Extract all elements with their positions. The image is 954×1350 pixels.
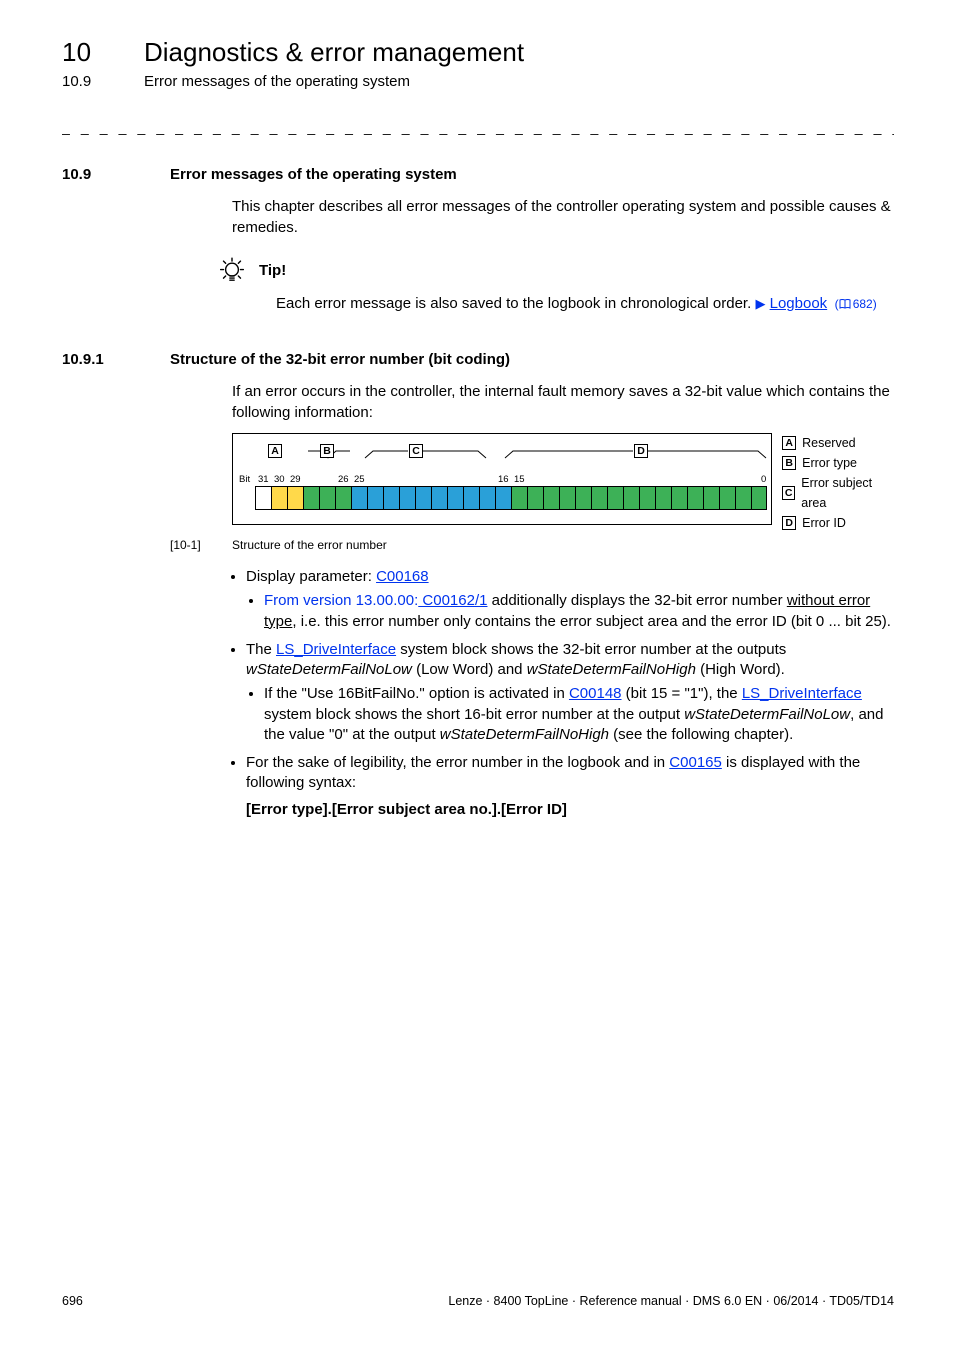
bit-num-16: 16 xyxy=(498,474,509,487)
page-ref-num: 682) xyxy=(853,297,877,311)
page-number: 696 xyxy=(62,1293,83,1310)
param-link[interactable]: C00168 xyxy=(376,568,429,585)
text: Display parameter: xyxy=(246,568,376,585)
section-title: Error messages of the operating system xyxy=(170,165,457,185)
text: (High Word). xyxy=(696,661,785,678)
page-footer: 696 Lenze · 8400 TopLine · Reference man… xyxy=(62,1293,894,1310)
subsection-number: 10.9 xyxy=(62,72,144,92)
text: system block shows the 32-bit error numb… xyxy=(396,641,786,658)
param-name: wStateDetermFailNoHigh xyxy=(527,661,696,678)
chapter-number: 10 xyxy=(62,35,144,70)
text: additionally displays the 32-bit error n… xyxy=(487,592,786,609)
param-link[interactable]: C00165 xyxy=(669,754,722,771)
diagram-label-c: C xyxy=(409,444,423,458)
text: , i.e. this error number only contains t… xyxy=(292,613,891,630)
diagram-label-d: D xyxy=(634,444,648,458)
tip-block: Tip! xyxy=(215,254,894,288)
version-note: From version 13.00.00: xyxy=(264,592,418,609)
text: (Low Word) and xyxy=(412,661,527,678)
figure-caption-number: [10-1] xyxy=(170,537,232,553)
lightbulb-icon xyxy=(215,254,249,288)
bit-num-31: 31 xyxy=(258,474,269,487)
bit-num-26: 26 xyxy=(338,474,349,487)
text: (see the following chapter). xyxy=(609,726,793,743)
list-item: If the "Use 16BitFailNo." option is acti… xyxy=(264,684,894,745)
param-name: wStateDetermFailNoLow xyxy=(684,706,850,723)
param-name: wStateDetermFailNoLow xyxy=(246,661,412,678)
text: If the "Use 16BitFailNo." option is acti… xyxy=(264,685,569,702)
legend-text-a: Reserved xyxy=(802,433,856,453)
footer-meta: Lenze · 8400 TopLine · Reference manual … xyxy=(448,1293,894,1310)
tip-text-before: Each error message is also saved to the … xyxy=(276,295,755,312)
list-item: From version 13.00.00: C00162/1 addition… xyxy=(264,591,894,632)
tip-text: Each error message is also saved to the … xyxy=(276,294,894,314)
text: For the sake of legibility, the error nu… xyxy=(246,754,669,771)
legend-text-b: Error type xyxy=(802,453,857,473)
subsection-title: Error messages of the operating system xyxy=(144,72,410,92)
syntax-line: [Error type].[Error subject area no.].[E… xyxy=(246,801,567,818)
block-link[interactable]: LS_DriveInterface xyxy=(742,685,862,702)
error-number-diagram: A B C D Bit 31 30 29 26 25 16 15 0 xyxy=(232,433,894,533)
param-link[interactable]: C00148 xyxy=(569,685,622,702)
text: system block shows the short 16-bit erro… xyxy=(264,706,684,723)
param-link[interactable]: C00162/1 xyxy=(418,592,487,609)
bit-bar xyxy=(255,486,767,510)
bit-num-29: 29 xyxy=(290,474,301,487)
bits-prefix: Bit xyxy=(239,474,250,487)
section-number: 10.9.1 xyxy=(62,350,170,370)
section-intro: If an error occurs in the controller, th… xyxy=(232,382,894,423)
tip-label: Tip! xyxy=(259,261,286,281)
diagram-label-a: A xyxy=(268,444,282,458)
subsection-header: 10.9 Error messages of the operating sys… xyxy=(62,72,894,92)
list-item: For the sake of legibility, the error nu… xyxy=(246,753,894,820)
chapter-header: 10 Diagnostics & error management xyxy=(62,35,894,70)
separator-rule: _ _ _ _ _ _ _ _ _ _ _ _ _ _ _ _ _ _ _ _ … xyxy=(62,118,894,137)
block-link[interactable]: LS_DriveInterface xyxy=(276,641,396,658)
chapter-title: Diagnostics & error management xyxy=(144,35,524,70)
section-title: Structure of the 32-bit error number (bi… xyxy=(170,350,510,370)
bit-num-25: 25 xyxy=(354,474,365,487)
section-intro: This chapter describes all error message… xyxy=(232,197,894,238)
bullet-list: Display parameter: C00168 From version 1… xyxy=(232,567,894,820)
param-name: wStateDetermFailNoHigh xyxy=(440,726,609,743)
diagram-label-b: B xyxy=(320,444,334,458)
bit-num-15: 15 xyxy=(514,474,525,487)
arrow-icon: ▶ xyxy=(755,296,765,311)
text: The xyxy=(246,641,276,658)
legend-text-c: Error subject area xyxy=(801,473,894,513)
text: (bit 15 = "1"), the xyxy=(622,685,742,702)
figure-caption: [10-1] Structure of the error number xyxy=(170,537,894,553)
figure-caption-text: Structure of the error number xyxy=(232,537,387,553)
bit-num-30: 30 xyxy=(274,474,285,487)
list-item: Display parameter: C00168 From version 1… xyxy=(246,567,894,632)
book-icon xyxy=(839,297,851,313)
diagram-frame: A B C D Bit 31 30 29 26 25 16 15 0 xyxy=(232,433,772,525)
bit-num-0: 0 xyxy=(761,474,766,487)
section-number: 10.9 xyxy=(62,165,170,185)
page-ref: ( 682) xyxy=(831,297,876,311)
list-item: The LS_DriveInterface system block shows… xyxy=(246,640,894,745)
logbook-link[interactable]: Logbook xyxy=(770,295,828,312)
